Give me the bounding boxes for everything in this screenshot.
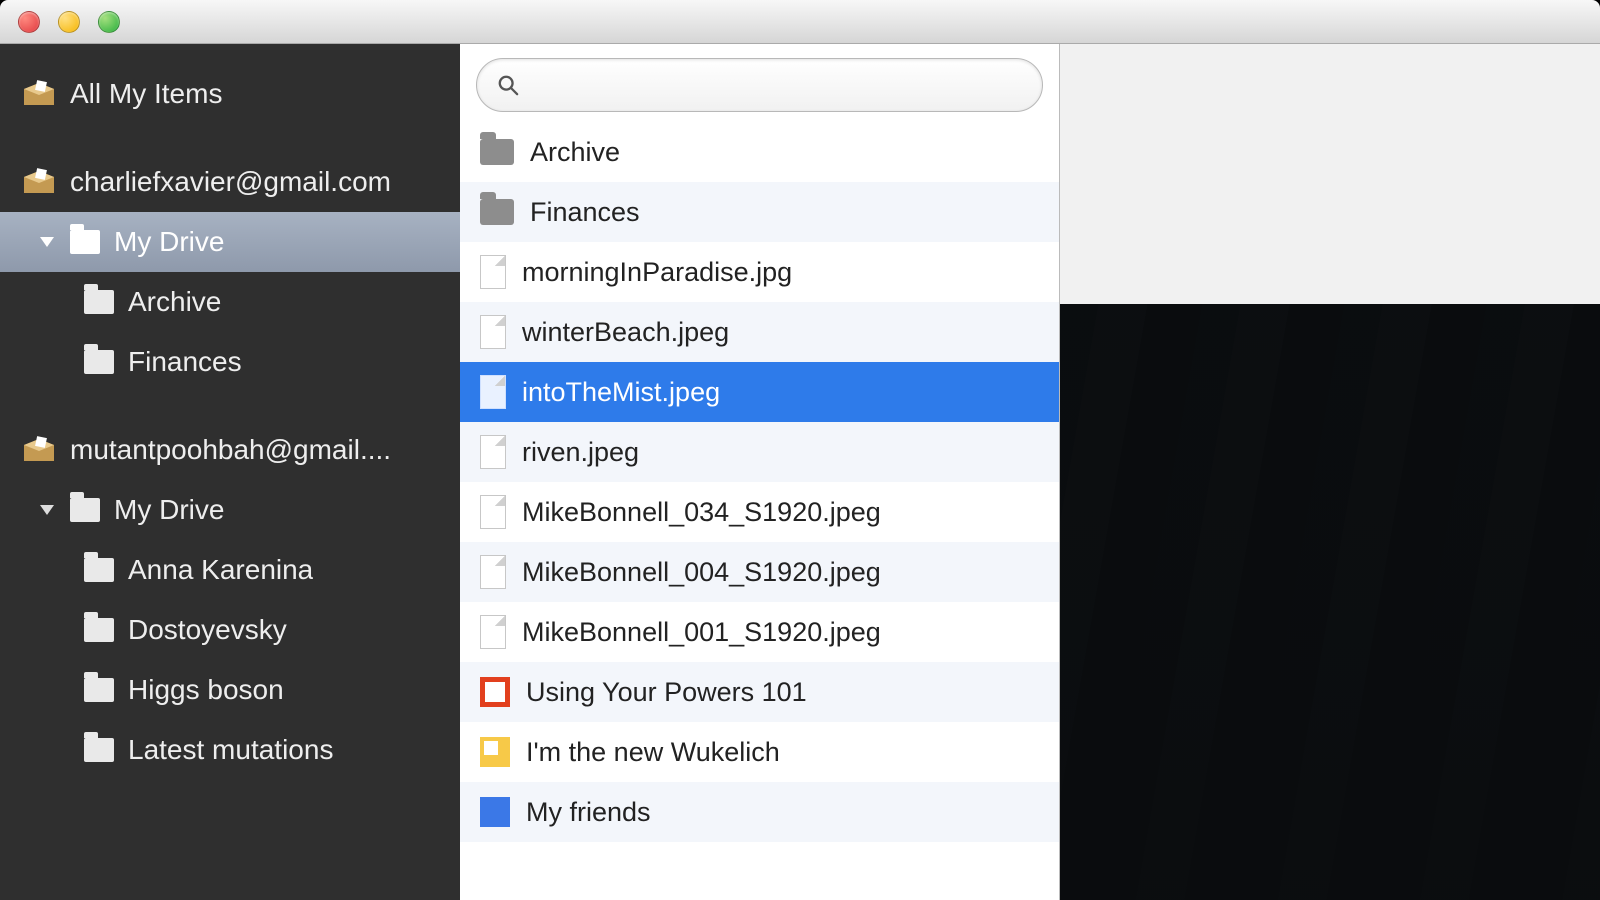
titlebar [0, 0, 1600, 44]
file-name: winterBeach.jpeg [522, 317, 729, 348]
folder-icon [480, 139, 514, 165]
preview-pane [1060, 44, 1600, 900]
file-icon [480, 555, 506, 589]
chevron-down-icon[interactable] [40, 237, 54, 247]
sidebar-folder[interactable]: Higgs boson [0, 660, 460, 720]
sidebar-my-drive[interactable]: My Drive [0, 212, 460, 272]
file-icon [480, 495, 506, 529]
document-icon [480, 797, 510, 827]
app-window: All My Items charliefxavier@gmail.com My… [0, 0, 1600, 900]
file-name: intoTheMist.jpeg [522, 377, 720, 408]
sidebar-item-label: All My Items [70, 78, 222, 110]
close-icon[interactable] [18, 11, 40, 33]
file-row[interactable]: MikeBonnell_004_S1920.jpeg [460, 542, 1059, 602]
sidebar-item-label: My Drive [114, 226, 224, 258]
file-icon [480, 315, 506, 349]
sidebar-item-label: My Drive [114, 494, 224, 526]
file-row[interactable]: Archive [460, 122, 1059, 182]
search-input[interactable] [531, 71, 1022, 99]
sidebar-item-label: Higgs boson [128, 674, 284, 706]
sidebar-item-label: Archive [128, 286, 221, 318]
file-row[interactable]: Finances [460, 182, 1059, 242]
file-list: Archive Finances morningInParadise.jpg wint… [460, 122, 1059, 900]
file-icon [480, 435, 506, 469]
box-icon [22, 79, 56, 109]
search-wrap [460, 44, 1059, 122]
file-row[interactable]: My friends [460, 782, 1059, 842]
file-row[interactable]: MikeBonnell_001_S1920.jpeg [460, 602, 1059, 662]
folder-icon [84, 558, 114, 582]
file-icon [480, 375, 506, 409]
sidebar-folder[interactable]: Finances [0, 332, 460, 392]
sidebar-my-drive[interactable]: My Drive [0, 480, 460, 540]
sidebar-item-label: Dostoyevsky [128, 614, 287, 646]
file-name: riven.jpeg [522, 437, 639, 468]
sidebar-folder[interactable]: Dostoyevsky [0, 600, 460, 660]
sidebar-folder[interactable]: Latest mutations [0, 720, 460, 780]
file-name: MikeBonnell_001_S1920.jpeg [522, 617, 881, 648]
sidebar-item-label: Latest mutations [128, 734, 333, 766]
file-row[interactable]: MikeBonnell_034_S1920.jpeg [460, 482, 1059, 542]
file-icon [480, 615, 506, 649]
search-icon [497, 74, 519, 96]
file-row[interactable]: intoTheMist.jpeg [460, 362, 1059, 422]
box-icon [22, 435, 56, 465]
sidebar: All My Items charliefxavier@gmail.com My… [0, 44, 460, 900]
file-row[interactable]: riven.jpeg [460, 422, 1059, 482]
file-icon [480, 255, 506, 289]
folder-icon [84, 678, 114, 702]
file-name: Archive [530, 137, 620, 168]
sidebar-folder[interactable]: Anna Karenina [0, 540, 460, 600]
folder-icon [70, 498, 100, 522]
folder-icon [84, 618, 114, 642]
file-name: morningInParadise.jpg [522, 257, 792, 288]
folder-icon [84, 738, 114, 762]
account-email: charliefxavier@gmail.com [70, 166, 391, 198]
file-row[interactable]: winterBeach.jpeg [460, 302, 1059, 362]
folder-icon [480, 199, 514, 225]
preview-image [1060, 304, 1600, 900]
file-row[interactable]: I'm the new Wukelich [460, 722, 1059, 782]
sidebar-folder[interactable]: Archive [0, 272, 460, 332]
drawing-icon [480, 737, 510, 767]
minimize-icon[interactable] [58, 11, 80, 33]
file-list-pane: Archive Finances morningInParadise.jpg wint… [460, 44, 1060, 900]
folder-icon [84, 290, 114, 314]
chevron-down-icon[interactable] [40, 505, 54, 515]
sidebar-item-label: Anna Karenina [128, 554, 313, 586]
preview-header-stripe [1060, 44, 1600, 304]
file-name: MikeBonnell_004_S1920.jpeg [522, 557, 881, 588]
sidebar-all-items[interactable]: All My Items [0, 64, 460, 124]
file-name: Finances [530, 197, 640, 228]
window-body: All My Items charliefxavier@gmail.com My… [0, 44, 1600, 900]
box-icon [22, 167, 56, 197]
sidebar-item-label: Finances [128, 346, 242, 378]
file-name: Using Your Powers 101 [526, 677, 807, 708]
file-row[interactable]: Using Your Powers 101 [460, 662, 1059, 722]
account-email: mutantpoohbah@gmail.... [70, 434, 391, 466]
sidebar-account[interactable]: charliefxavier@gmail.com [0, 152, 460, 212]
file-name: My friends [526, 797, 651, 828]
folder-icon [70, 230, 100, 254]
zoom-icon[interactable] [98, 11, 120, 33]
file-name: MikeBonnell_034_S1920.jpeg [522, 497, 881, 528]
slides-icon [480, 677, 510, 707]
file-row[interactable]: morningInParadise.jpg [460, 242, 1059, 302]
sidebar-account[interactable]: mutantpoohbah@gmail.... [0, 420, 460, 480]
file-name: I'm the new Wukelich [526, 737, 780, 768]
folder-icon [84, 350, 114, 374]
search-box[interactable] [476, 58, 1043, 112]
